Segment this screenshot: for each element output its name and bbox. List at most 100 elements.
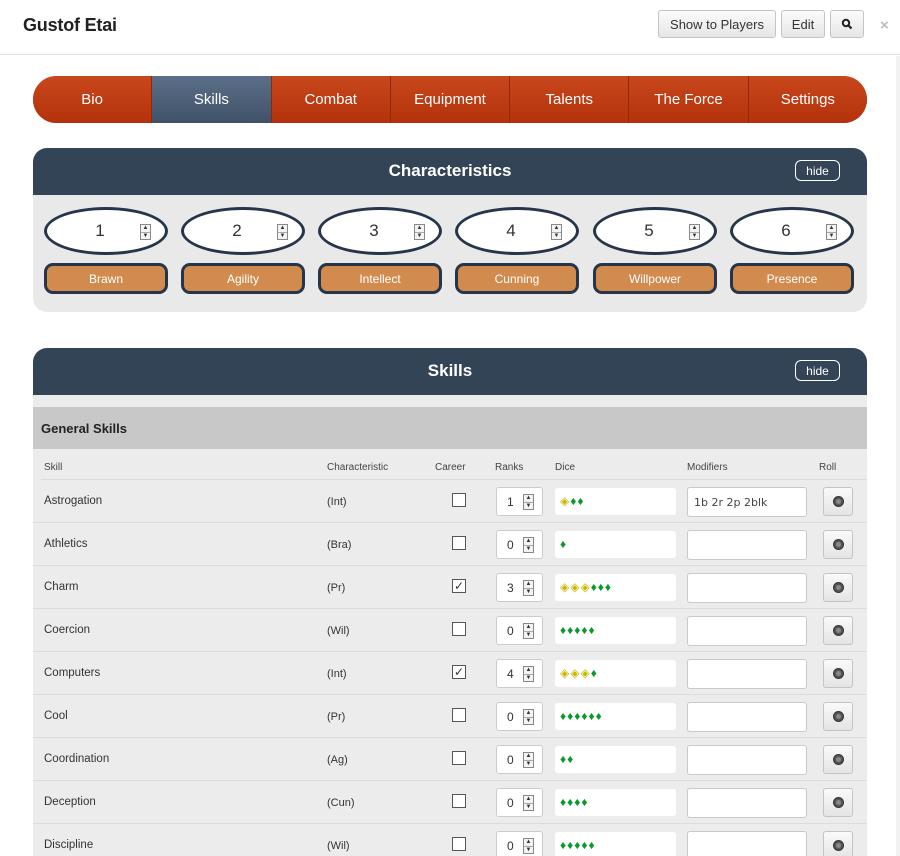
roll-button[interactable] <box>823 573 853 602</box>
career-checkbox[interactable] <box>452 536 466 550</box>
characteristic-value-field[interactable]: 4 ▲ ▼ <box>455 207 579 255</box>
roll-button[interactable] <box>823 530 853 559</box>
modifiers-input[interactable] <box>687 616 807 646</box>
characteristic-value-field[interactable]: 1 ▲ ▼ <box>44 207 168 255</box>
tab-skills[interactable]: Skills <box>152 76 272 123</box>
skill-characteristic: (Bra) <box>327 539 352 551</box>
ranks-input[interactable]: 0 ▲ ▼ <box>496 788 543 817</box>
skills-panel: General Skills Skill Characteristic Care… <box>33 395 867 856</box>
tab-bio[interactable]: Bio <box>33 76 153 123</box>
tab-combat[interactable]: Combat <box>271 76 391 123</box>
die-icon <box>833 754 844 765</box>
career-checkbox[interactable] <box>452 751 466 765</box>
spinner-icon[interactable]: ▲ ▼ <box>523 666 534 682</box>
dice-pool: ♦♦ <box>555 746 676 773</box>
career-checkbox[interactable] <box>452 794 466 808</box>
spinner-icon[interactable]: ▲ ▼ <box>277 224 288 240</box>
ranks-input[interactable]: 0 ▲ ▼ <box>496 702 543 731</box>
ability-dice-icon: ♦♦♦♦♦ <box>560 838 596 852</box>
career-checkbox[interactable] <box>452 837 466 851</box>
modifiers-input[interactable] <box>687 831 807 856</box>
spinner-icon[interactable]: ▲ ▼ <box>523 709 534 725</box>
spinner-icon[interactable]: ▲ ▼ <box>689 224 700 240</box>
dice-pool: ♦♦♦♦♦ <box>555 617 676 644</box>
spinner-icon[interactable]: ▲ ▼ <box>523 580 534 596</box>
career-checkbox[interactable]: ✓ <box>452 665 466 679</box>
tab-the-force[interactable]: The Force <box>629 76 749 123</box>
roll-button[interactable] <box>823 745 853 774</box>
ranks-input[interactable]: 0 ▲ ▼ <box>496 831 543 856</box>
show-to-players-button[interactable]: Show to Players <box>658 10 776 38</box>
spinner-icon[interactable]: ▲ ▼ <box>523 494 534 510</box>
career-checkbox[interactable] <box>452 622 466 636</box>
skill-row-cool: Cool (Pr) 0 ▲ ▼ ♦♦♦♦♦♦ <box>33 695 867 738</box>
spinner-icon[interactable]: ▲ ▼ <box>551 224 562 240</box>
characteristic-value-field[interactable]: 2 ▲ ▼ <box>181 207 305 255</box>
career-checkbox[interactable] <box>452 708 466 722</box>
close-icon[interactable]: × <box>880 17 889 34</box>
ranks-value: 3 <box>507 581 514 595</box>
sheet-tabs: Bio Skills Combat Equipment Talents The Force… <box>33 76 867 123</box>
spinner-icon[interactable]: ▲ ▼ <box>826 224 837 240</box>
modifiers-input[interactable] <box>687 702 807 732</box>
spinner-icon[interactable]: ▲ ▼ <box>523 752 534 768</box>
search-button[interactable] <box>830 10 864 38</box>
spinner-icon[interactable]: ▲ ▼ <box>414 224 425 240</box>
modifiers-input[interactable] <box>687 745 807 775</box>
modifiers-input[interactable]: 1b 2r 2p 2blk <box>687 487 807 517</box>
roll-button[interactable] <box>823 788 853 817</box>
career-checkbox[interactable] <box>452 493 466 507</box>
characteristic-label: Brawn <box>44 263 168 294</box>
characteristic-intellect: 3 ▲ ▼ Intellect <box>318 207 442 294</box>
modifiers-input[interactable] <box>687 530 807 560</box>
proficiency-dice-icon: ◈◈◈ <box>560 666 591 680</box>
skills-hide-button[interactable]: hide <box>795 360 840 381</box>
characteristic-value-field[interactable]: 5 ▲ ▼ <box>593 207 717 255</box>
ranks-input[interactable]: 0 ▲ ▼ <box>496 530 543 559</box>
roll-button[interactable] <box>823 616 853 645</box>
characteristics-hide-button[interactable]: hide <box>795 160 840 181</box>
die-icon <box>833 496 844 507</box>
ranks-input[interactable]: 0 ▲ ▼ <box>496 745 543 774</box>
scrollbar[interactable] <box>896 56 900 856</box>
spinner-icon[interactable]: ▲ ▼ <box>140 224 151 240</box>
spinner-icon[interactable]: ▲ ▼ <box>523 838 534 854</box>
roll-button[interactable] <box>823 659 853 688</box>
characteristic-brawn: 1 ▲ ▼ Brawn <box>44 207 168 294</box>
modifiers-input[interactable] <box>687 788 807 818</box>
roll-button[interactable] <box>823 702 853 731</box>
skill-characteristic: (Int) <box>327 668 347 680</box>
tab-settings[interactable]: Settings <box>748 76 867 123</box>
tab-equipment[interactable]: Equipment <box>390 76 511 123</box>
spinner-icon[interactable]: ▲ ▼ <box>523 537 534 553</box>
characteristic-agility: 2 ▲ ▼ Agility <box>181 207 305 294</box>
dice-pool: ♦ <box>555 531 676 558</box>
spinner-icon[interactable]: ▲ ▼ <box>523 623 534 639</box>
skill-name: Computers <box>44 667 101 679</box>
dice-pool: ♦♦♦♦♦ <box>555 832 676 856</box>
ranks-input[interactable]: 1 ▲ ▼ <box>496 487 543 516</box>
skill-characteristic: (Ag) <box>327 754 348 766</box>
skill-row-astrogation: Astrogation (Int) 1 ▲ ▼ ◈♦♦ 1b 2r 2p 2blk <box>33 480 867 523</box>
dice-pool: ♦♦♦♦♦♦ <box>555 703 676 730</box>
characteristic-value: 4 <box>506 221 516 240</box>
career-checkbox[interactable]: ✓ <box>452 579 466 593</box>
modifiers-input[interactable] <box>687 659 807 689</box>
characteristic-cunning: 4 ▲ ▼ Cunning <box>455 207 579 294</box>
characteristic-value-field[interactable]: 6 ▲ ▼ <box>730 207 854 255</box>
ranks-input[interactable]: 0 ▲ ▼ <box>496 616 543 645</box>
ranks-input[interactable]: 4 ▲ ▼ <box>496 659 543 688</box>
tab-talents[interactable]: Talents <box>510 76 630 123</box>
characteristic-value-field[interactable]: 3 ▲ ▼ <box>318 207 442 255</box>
ability-dice-icon: ♦♦♦♦ <box>560 795 589 809</box>
ranks-input[interactable]: 3 ▲ ▼ <box>496 573 543 602</box>
roll-button[interactable] <box>823 831 853 856</box>
skill-row-discipline: Discipline (Wil) 0 ▲ ▼ ♦♦♦♦♦ <box>33 824 867 856</box>
column-header-career: Career <box>435 462 466 473</box>
edit-button[interactable]: Edit <box>781 10 825 38</box>
skill-row-athletics: Athletics (Bra) 0 ▲ ▼ ♦ <box>33 523 867 566</box>
spinner-icon[interactable]: ▲ ▼ <box>523 795 534 811</box>
ability-dice-icon: ♦♦ <box>560 752 575 766</box>
roll-button[interactable] <box>823 487 853 516</box>
modifiers-input[interactable] <box>687 573 807 603</box>
